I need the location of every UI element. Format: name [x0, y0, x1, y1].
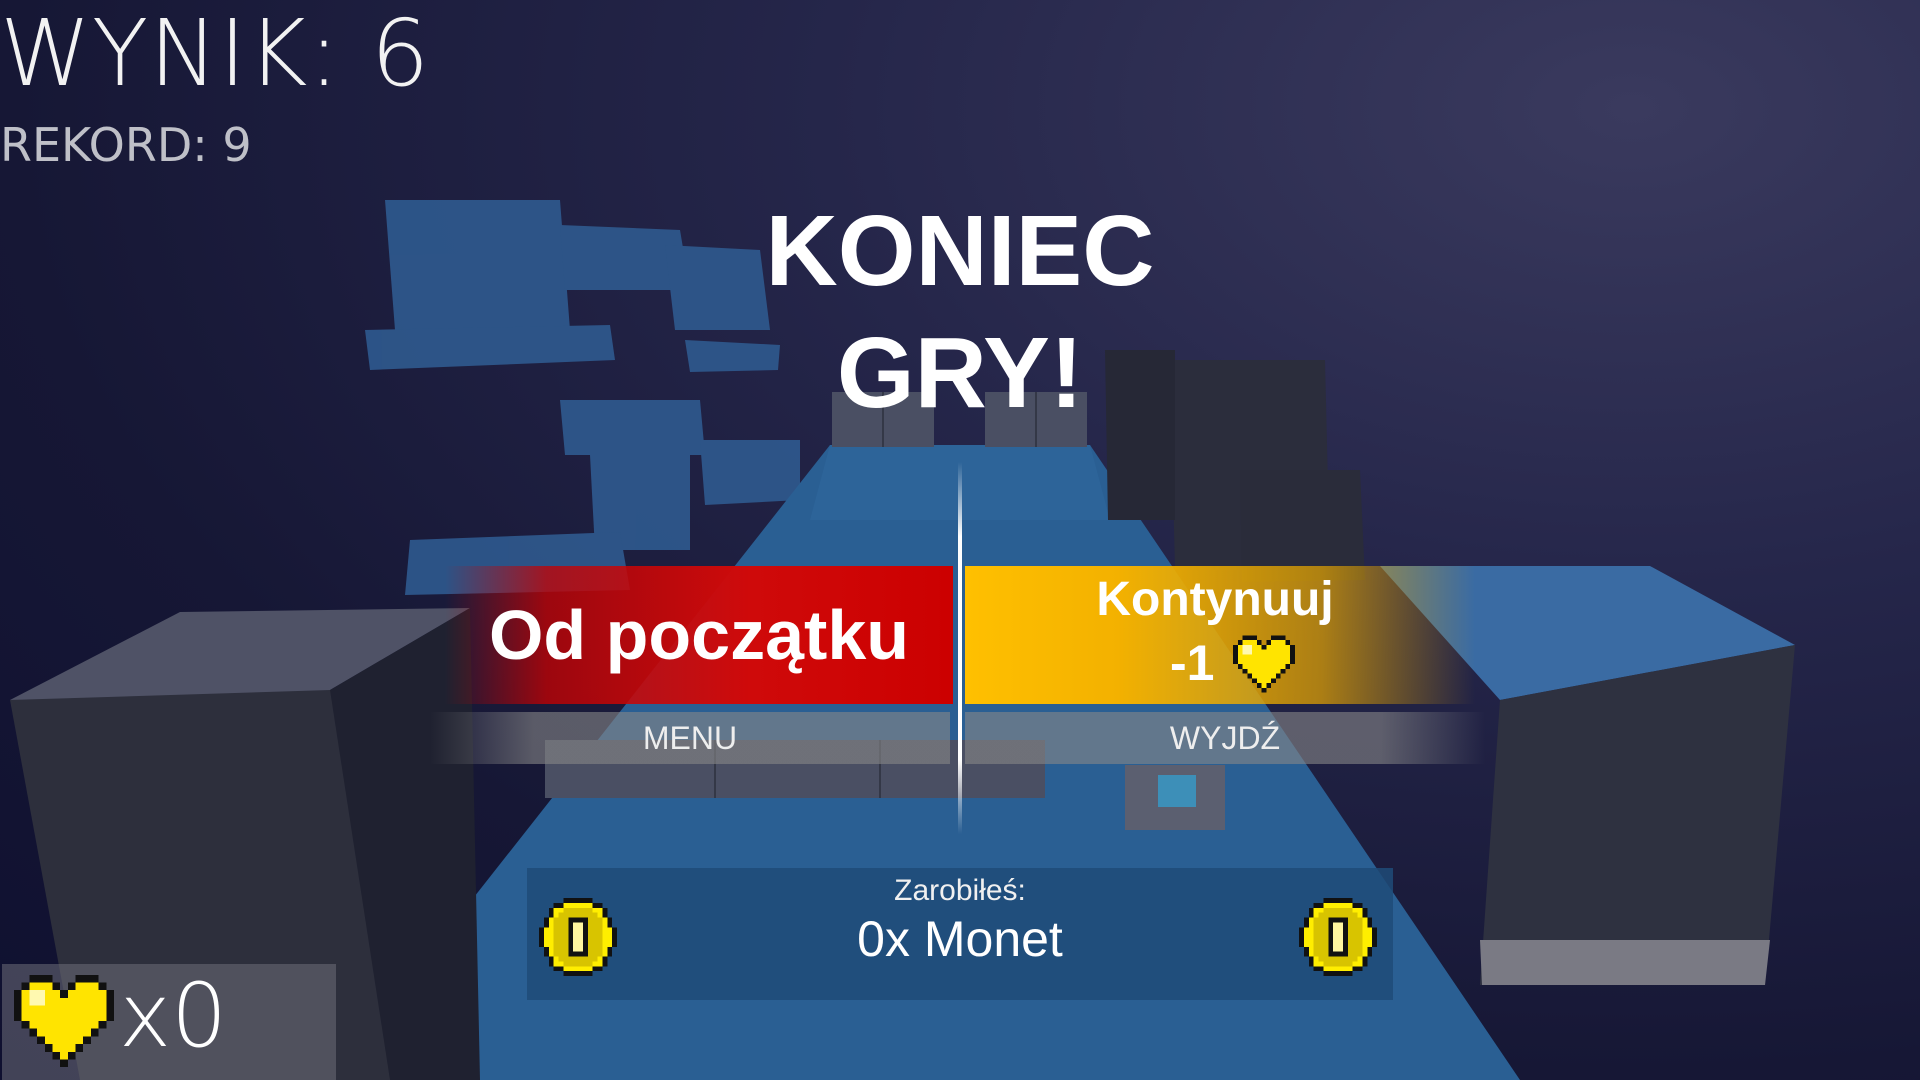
restart-button-label: Od początku [488, 596, 910, 674]
button-divider [958, 462, 962, 834]
earnings-value: 0x Monet [857, 911, 1063, 967]
coin-icon [1299, 898, 1377, 976]
game-over-title-line2: GRY! [836, 317, 1084, 429]
earnings-label: Zarobiłeś: [894, 874, 1026, 907]
continue-cost: -1 [1170, 635, 1215, 691]
exit-button-label: WYJDŹ [1169, 719, 1281, 756]
continue-button-label: Kontynuuj [1096, 573, 1334, 626]
menu-button[interactable]: MENU [430, 712, 950, 764]
lives-panel: x0 [2, 964, 336, 1080]
score-display: WYNIK: 6 [0, 0, 431, 107]
restart-button[interactable]: Od początku [445, 566, 953, 704]
earnings-panel: Zarobiłeś: 0x Monet [527, 868, 1393, 1000]
exit-button[interactable]: WYJDŹ [965, 712, 1485, 764]
heart-icon [1233, 635, 1295, 693]
game-over-title: KONIEC GRY! [660, 190, 1260, 434]
continue-button[interactable]: Kontynuuj -1 [965, 566, 1475, 704]
game-over-title-line1: KONIEC [765, 195, 1155, 307]
lives-count: x0 [119, 964, 228, 1067]
menu-button-label: MENU [642, 719, 738, 756]
heart-icon [14, 974, 114, 1068]
record-display: REKORD: 9 [0, 118, 252, 172]
